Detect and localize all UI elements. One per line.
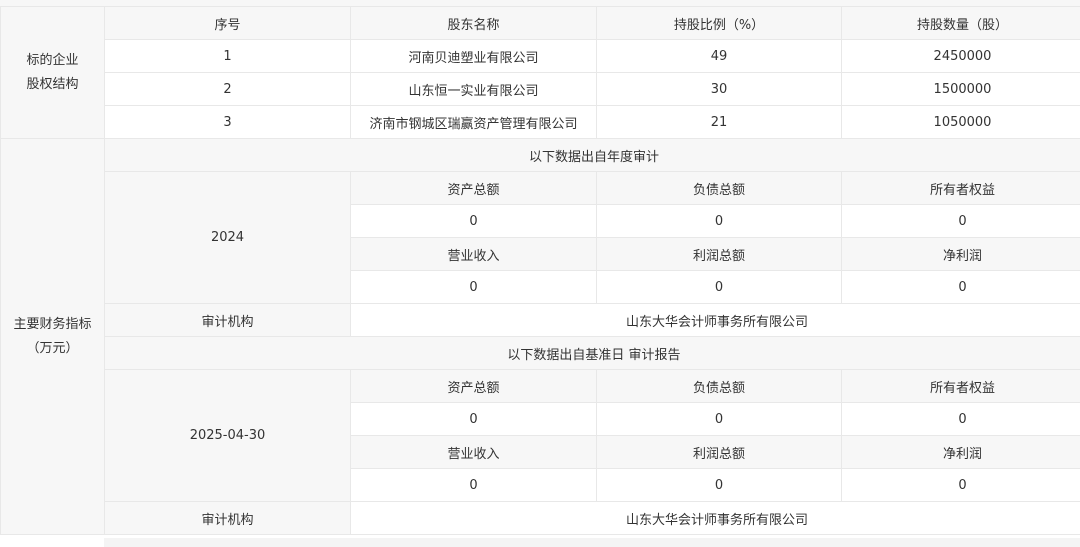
total-liabilities-value: 0 <box>596 204 842 238</box>
total-profit-value: 0 <box>596 468 842 502</box>
net-profit-value: 0 <box>841 270 1080 304</box>
basedate-auditor-row: 审计机构 山东大华会计师事务所有限公司 <box>1 501 1080 535</box>
info-panel: 标的企业 股权结构 序号 股东名称 持股比例（%） 持股数量（股） 1 河南贝迪… <box>0 0 1080 547</box>
total-profit-label: 利润总额 <box>596 435 842 469</box>
basedate-headers-row-1: 2025-04-30 资产总额 负债总额 所有者权益 <box>1 369 1080 502</box>
total-profit-label: 利润总额 <box>596 237 842 271</box>
col-header-shares: 持股数量（股） <box>841 6 1080 40</box>
row-index: 1 <box>104 39 351 73</box>
revenue-label: 营业收入 <box>350 237 597 271</box>
holding-ratio: 21 <box>596 105 842 139</box>
total-assets-value: 0 <box>350 204 597 238</box>
base-date: 2025-04-30 <box>104 369 351 502</box>
owners-equity-value: 0 <box>841 402 1080 436</box>
auditor-name: 山东大华会计师事务所有限公司 <box>350 501 1080 535</box>
table-row: 3 济南市钢城区瑞赢资产管理有限公司 21 1050000 <box>1 105 1080 139</box>
shareholder-name: 河南贝迪塑业有限公司 <box>350 39 597 73</box>
equity-header-row: 标的企业 股权结构 序号 股东名称 持股比例（%） 持股数量（股） <box>0 6 1080 139</box>
basedate-audit-title: 以下数据出自基准日 审计报告 <box>104 336 1080 370</box>
col-header-shareholder: 股东名称 <box>350 6 597 40</box>
total-liabilities-value: 0 <box>596 402 842 436</box>
auditor-label: 审计机构 <box>104 501 351 535</box>
owners-equity-label: 所有者权益 <box>841 171 1080 205</box>
holding-ratio: 49 <box>596 39 842 73</box>
finance-section-label: 主要财务指标 （万元） <box>0 138 105 535</box>
row-index: 3 <box>104 105 351 139</box>
total-profit-value: 0 <box>596 270 842 304</box>
col-header-index: 序号 <box>104 6 351 40</box>
total-liabilities-label: 负债总额 <box>596 369 842 403</box>
annual-headers-row-1: 2024 资产总额 负债总额 所有者权益 <box>1 171 1080 304</box>
holding-shares: 1500000 <box>841 72 1080 106</box>
project-info-table: 标的企业 股权结构 序号 股东名称 持股比例（%） 持股数量（股） 1 河南贝迪… <box>0 6 1080 535</box>
annual-year: 2024 <box>104 171 351 304</box>
annual-audit-title: 以下数据出自年度审计 <box>104 138 1080 172</box>
auditor-name: 山东大华会计师事务所有限公司 <box>350 303 1080 337</box>
net-profit-label: 净利润 <box>841 237 1080 271</box>
revenue-value: 0 <box>350 270 597 304</box>
revenue-value: 0 <box>350 468 597 502</box>
row-index: 2 <box>104 72 351 106</box>
basedate-title-row: 以下数据出自基准日 审计报告 <box>1 336 1080 370</box>
owners-equity-value: 0 <box>841 204 1080 238</box>
auditor-label: 审计机构 <box>104 303 351 337</box>
revenue-label: 营业收入 <box>350 435 597 469</box>
total-assets-label: 资产总额 <box>350 369 597 403</box>
equity-section-label: 标的企业 股权结构 <box>0 6 105 139</box>
shareholder-name: 山东恒一实业有限公司 <box>350 72 597 106</box>
table-row: 2 山东恒一实业有限公司 30 1500000 <box>1 72 1080 106</box>
total-liabilities-label: 负债总额 <box>596 171 842 205</box>
table-row: 1 河南贝迪塑业有限公司 49 2450000 <box>1 39 1080 73</box>
annual-title-row: 主要财务指标 （万元） 以下数据出自年度审计 <box>0 138 1080 535</box>
total-assets-value: 0 <box>350 402 597 436</box>
holding-shares: 1050000 <box>841 105 1080 139</box>
owners-equity-label: 所有者权益 <box>841 369 1080 403</box>
holding-shares: 2450000 <box>841 39 1080 73</box>
holding-ratio: 30 <box>596 72 842 106</box>
total-assets-label: 资产总额 <box>350 171 597 205</box>
net-profit-label: 净利润 <box>841 435 1080 469</box>
col-header-ratio: 持股比例（%） <box>596 6 842 40</box>
annual-auditor-row: 审计机构 山东大华会计师事务所有限公司 <box>1 303 1080 337</box>
bottom-strip <box>104 538 1080 547</box>
shareholder-name: 济南市钢城区瑞赢资产管理有限公司 <box>350 105 597 139</box>
net-profit-value: 0 <box>841 468 1080 502</box>
